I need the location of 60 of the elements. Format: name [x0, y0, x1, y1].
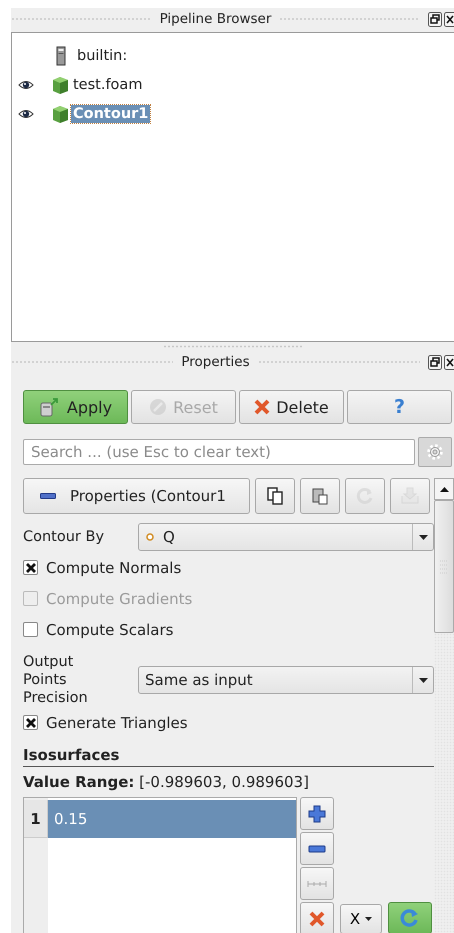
remove-button[interactable]	[300, 832, 334, 865]
value-range-text: Value Range: [-0.989603, 0.989603]	[23, 773, 310, 791]
close-icon[interactable]	[444, 12, 454, 26]
checkbox-label: Compute Gradients	[46, 590, 192, 608]
minus-icon	[308, 844, 326, 852]
scrollbar[interactable]	[434, 478, 454, 933]
checkbox-label: Compute Normals	[46, 558, 182, 576]
caret-icon	[365, 917, 372, 921]
row-header: 1	[24, 800, 48, 838]
eye-icon[interactable]	[18, 80, 34, 90]
point-data-icon	[145, 532, 155, 542]
axis-dropdown[interactable]: X	[340, 904, 382, 933]
section-heading: Isosurfaces	[23, 746, 434, 767]
dropdown[interactable]: Q	[138, 523, 434, 551]
checkbox-label: Compute Scalars	[46, 620, 174, 638]
checkbox[interactable]	[23, 715, 38, 730]
pipeline-item[interactable]: builtin:	[75, 46, 130, 64]
minus-icon	[40, 493, 56, 499]
apply-icon	[38, 397, 61, 417]
reset-icon	[149, 398, 168, 416]
apply-button[interactable]: Apply	[23, 390, 128, 424]
checkbox-label: Generate Triangles	[46, 714, 188, 732]
plus-icon	[308, 804, 326, 822]
add-button[interactable]	[300, 797, 334, 830]
float-icon[interactable]	[428, 12, 442, 26]
reload-icon	[400, 908, 420, 928]
server-icon	[56, 46, 66, 66]
reload-icon	[356, 487, 374, 505]
eye-icon[interactable]	[18, 108, 34, 118]
delete-icon	[309, 910, 325, 926]
delete-button[interactable]: Delete	[239, 390, 344, 424]
checkbox[interactable]	[23, 560, 38, 575]
help-button[interactable]: ?	[347, 390, 452, 424]
field-label: Contour By	[23, 528, 106, 546]
cube-icon	[50, 104, 70, 124]
caret-icon	[418, 534, 428, 540]
range-icon	[307, 880, 327, 888]
dropdown[interactable]: Same as input	[138, 666, 434, 694]
pipeline-item[interactable]: test.foam	[71, 76, 144, 94]
paste-button[interactable]	[300, 478, 340, 514]
checkbox[interactable]	[23, 622, 38, 637]
delete-all-button[interactable]	[300, 902, 334, 933]
search-field[interactable]: Search ... (use Esc to clear text)	[23, 439, 415, 465]
caret-icon	[418, 678, 428, 682]
up-arrow-icon[interactable]	[440, 486, 448, 492]
save-icon	[400, 487, 420, 505]
cube-icon	[50, 74, 70, 94]
section-button[interactable]: Properties (Contour1	[23, 478, 250, 514]
settings-icon	[426, 443, 444, 461]
panel-title: Properties	[181, 354, 250, 370]
paste-icon	[312, 487, 328, 505]
close-icon[interactable]	[444, 354, 454, 370]
panel-title: Pipeline Browser	[160, 11, 272, 27]
delete-icon	[254, 399, 270, 415]
float-icon[interactable]	[428, 354, 442, 370]
copy-icon	[267, 487, 283, 505]
grip-icon	[439, 560, 449, 574]
copy-button[interactable]	[255, 478, 295, 514]
settings-button[interactable]	[418, 437, 452, 467]
field-label: Output Points Precision	[23, 653, 89, 707]
